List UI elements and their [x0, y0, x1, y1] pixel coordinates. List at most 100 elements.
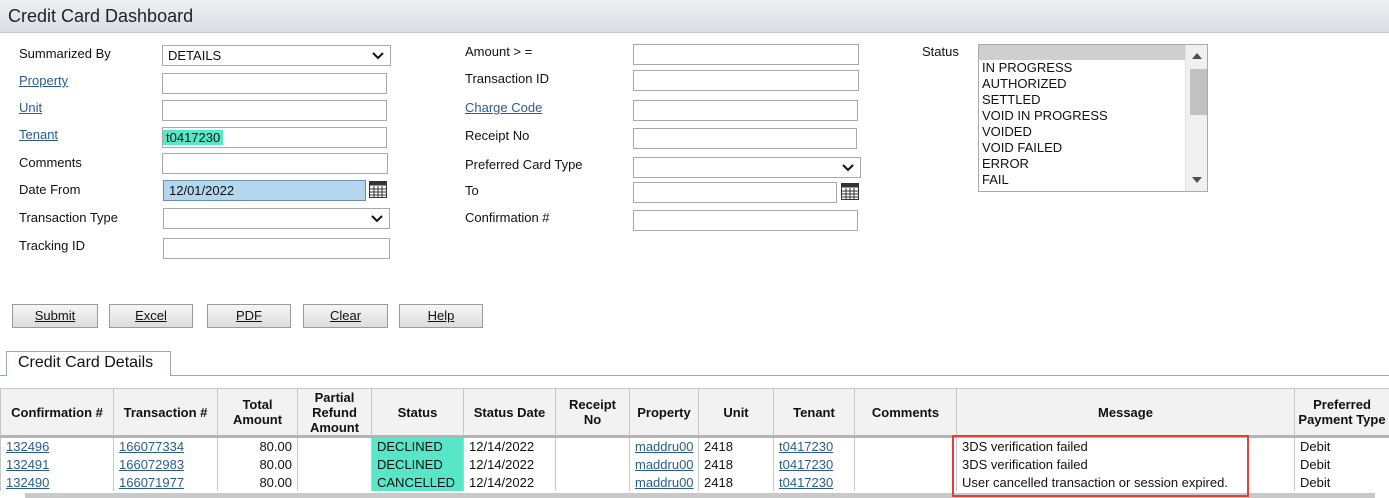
message-cell: User cancelled transaction or session ex…	[956, 473, 1295, 491]
partial-refund-cell	[297, 435, 372, 455]
table-row: 132496 166077334 80.00 DECLINED 12/14/20…	[0, 435, 1389, 455]
column-header[interactable]: Partial Refund Amount	[297, 388, 372, 437]
tenant-input[interactable]: t0417230	[162, 127, 387, 148]
transaction-link[interactable]: 166071977	[119, 475, 184, 490]
confirmation-link[interactable]: 132490	[6, 475, 49, 490]
message-cell: 3DS verification failed	[956, 435, 1295, 455]
tenant-link[interactable]: t0417230	[779, 439, 833, 454]
preferred-card-type-select[interactable]	[633, 157, 861, 178]
column-header[interactable]: Message	[956, 388, 1295, 437]
status-option[interactable]: IN PROGRESS	[979, 60, 1207, 76]
amount-input[interactable]	[633, 44, 859, 65]
transaction-id-label: Transaction ID	[465, 71, 550, 86]
to-label: To	[465, 183, 479, 198]
property-link[interactable]: maddru00	[635, 457, 694, 472]
scroll-up-icon[interactable]	[1192, 53, 1202, 59]
transaction-type-label: Transaction Type	[19, 210, 118, 225]
receipt-no-input[interactable]	[633, 128, 857, 149]
tab-credit-card-details[interactable]: Credit Card Details	[6, 351, 171, 376]
charge-code-input[interactable]	[633, 100, 858, 121]
comments-cell	[854, 455, 957, 473]
status-cell: DECLINED	[371, 455, 464, 473]
receipt-no-label: Receipt No	[465, 128, 530, 143]
transaction-id-input[interactable]	[633, 70, 859, 91]
comments-cell	[854, 473, 957, 491]
status-option[interactable]: SETTLED	[979, 92, 1207, 108]
clear-button[interactable]: Clear	[303, 304, 388, 328]
column-header[interactable]: Comments	[854, 388, 957, 437]
unit-link[interactable]: Unit	[19, 100, 42, 115]
property-link[interactable]: maddru00	[635, 475, 694, 490]
scroll-down-icon[interactable]	[1192, 177, 1202, 183]
chevron-down-icon	[372, 52, 384, 60]
property-input[interactable]	[162, 73, 387, 94]
summarized-by-select[interactable]: DETAILS	[162, 45, 391, 66]
date-from-value: 12/01/2022	[169, 183, 235, 198]
transaction-link[interactable]: 166072983	[119, 457, 184, 472]
help-button[interactable]: Help	[399, 304, 483, 328]
tab-divider	[0, 375, 1389, 376]
calendar-icon[interactable]	[369, 181, 387, 198]
transaction-type-select[interactable]	[163, 208, 390, 229]
tracking-id-label: Tracking ID	[19, 238, 85, 253]
unit-input[interactable]	[162, 100, 387, 121]
status-option[interactable]: VOIDED	[979, 124, 1207, 140]
column-header[interactable]: Status	[371, 388, 464, 437]
status-date-cell: 12/14/2022	[463, 435, 556, 455]
column-header[interactable]: Preferred Payment Type	[1294, 388, 1389, 437]
tracking-id-input[interactable]	[163, 238, 390, 259]
pdf-button[interactable]: PDF	[207, 304, 291, 328]
column-header[interactable]: Receipt No	[555, 388, 630, 437]
column-header[interactable]: Total Amount	[217, 388, 298, 437]
status-option[interactable]: VOID FAILED	[979, 140, 1207, 156]
column-header[interactable]: Tenant	[773, 388, 855, 437]
comments-input[interactable]	[162, 153, 388, 174]
charge-code-link[interactable]: Charge Code	[465, 100, 542, 115]
transaction-link[interactable]: 166077334	[119, 439, 184, 454]
status-option[interactable]: AUTHORIZED	[979, 76, 1207, 92]
total-amount-cell: 80.00	[217, 473, 298, 491]
listbox-scrollbar[interactable]	[1185, 45, 1207, 191]
preferred-card-type-label: Preferred Card Type	[465, 157, 583, 172]
calendar-icon[interactable]	[841, 183, 859, 200]
status-option[interactable]: VOID IN PROGRESS	[979, 108, 1207, 124]
title-bar: Credit Card Dashboard	[0, 0, 1389, 33]
column-header[interactable]: Unit	[698, 388, 774, 437]
date-from-input[interactable]: 12/01/2022	[163, 180, 366, 201]
scroll-thumb[interactable]	[1190, 69, 1207, 115]
property-link[interactable]: maddru00	[635, 439, 694, 454]
unit-cell: 2418	[698, 455, 774, 473]
column-header[interactable]: Confirmation #	[0, 388, 114, 437]
payment-type-cell: Debit	[1294, 435, 1389, 455]
column-header[interactable]: Property	[629, 388, 699, 437]
status-cell: CANCELLED	[371, 473, 464, 491]
receipt-cell	[555, 455, 630, 473]
confirmation-label: Confirmation #	[465, 210, 550, 225]
confirmation-link[interactable]: 132496	[6, 439, 49, 454]
comments-cell	[854, 435, 957, 455]
summarized-by-value: DETAILS	[168, 48, 222, 63]
status-listbox[interactable]: IN PROGRESS AUTHORIZED SETTLED VOID IN P…	[978, 44, 1208, 192]
message-cell: 3DS verification failed	[956, 455, 1295, 473]
column-header[interactable]: Status Date	[463, 388, 556, 437]
status-option[interactable]: FAIL	[979, 172, 1207, 188]
excel-button[interactable]: Excel	[109, 304, 193, 328]
tenant-link[interactable]: t0417230	[779, 457, 833, 472]
partial-refund-cell	[297, 473, 372, 491]
confirmation-link[interactable]: 132491	[6, 457, 49, 472]
table-row: 132490 166071977 80.00 CANCELLED 12/14/2…	[0, 473, 1389, 491]
status-option[interactable]: ERROR	[979, 156, 1207, 172]
property-link[interactable]: Property	[19, 73, 68, 88]
status-option[interactable]	[979, 45, 1185, 60]
confirmation-input[interactable]	[633, 210, 858, 231]
submit-button[interactable]: Submit	[12, 304, 98, 328]
horizontal-scrollbar[interactable]	[25, 493, 1375, 498]
unit-cell: 2418	[698, 435, 774, 455]
tenant-value: t0417230	[163, 130, 224, 145]
tenant-link[interactable]: t0417230	[779, 475, 833, 490]
comments-label: Comments	[19, 155, 82, 170]
tenant-link[interactable]: Tenant	[19, 127, 58, 142]
date-to-input[interactable]	[633, 182, 837, 203]
column-header[interactable]: Transaction #	[113, 388, 218, 437]
payment-type-cell: Debit	[1294, 455, 1389, 473]
